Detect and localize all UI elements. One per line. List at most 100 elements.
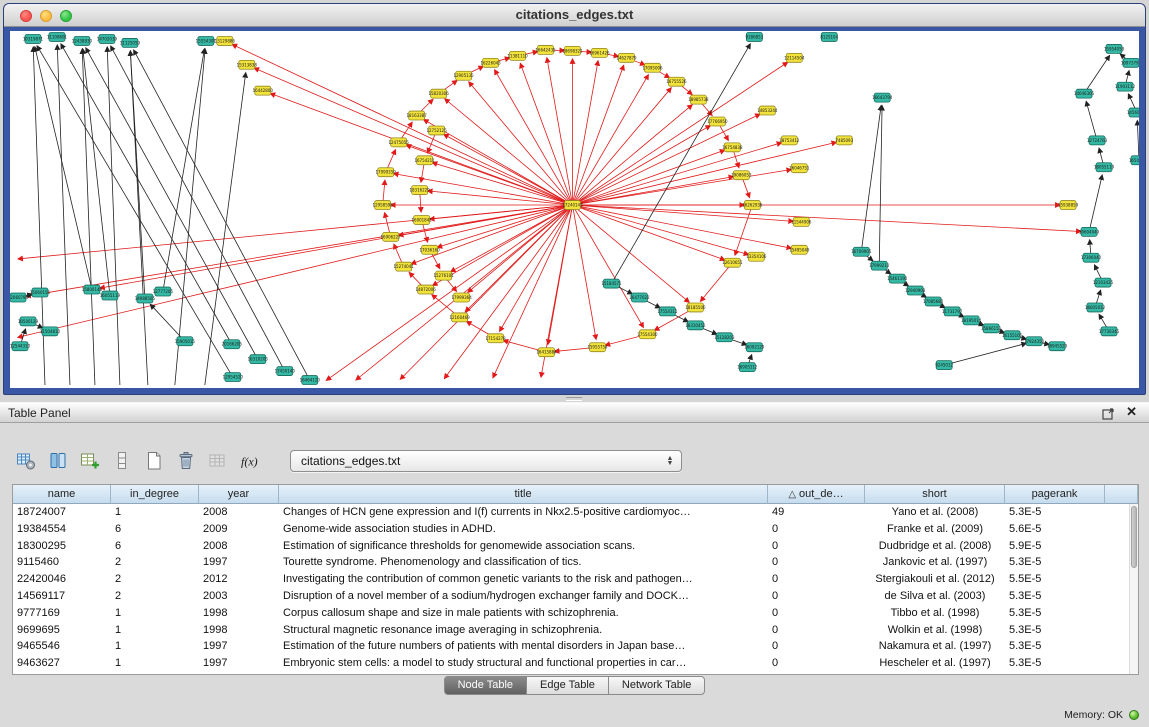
table-row[interactable]: 911546021997Tourette syndrome. Phenomeno… xyxy=(13,554,1138,571)
graph-node[interactable]: 16262936 xyxy=(742,201,763,210)
table-cell[interactable]: 0 xyxy=(768,655,865,672)
panel-resize-grip[interactable] xyxy=(566,397,582,401)
graph-node[interactable]: 18985738 xyxy=(688,95,709,104)
table-cell[interactable]: 1998 xyxy=(199,622,279,639)
graph-node[interactable]: 17554311 xyxy=(657,307,678,316)
table-cell[interactable]: Tibbo et al. (1998) xyxy=(865,605,1005,622)
table-cell[interactable]: 0 xyxy=(768,605,865,622)
table-row[interactable]: 1456911722003Disruption of a novel membe… xyxy=(13,588,1138,605)
graph-node[interactable]: 17306040 xyxy=(1081,253,1102,262)
graph-node[interactable]: 12777205 xyxy=(153,287,174,296)
table-cell[interactable]: 6 xyxy=(111,538,199,555)
table-cell[interactable]: 18724007 xyxy=(13,504,111,521)
graph-node[interactable]: 16477023 xyxy=(629,293,650,302)
graph-node[interactable]: 11544906 xyxy=(791,217,812,226)
table-cell[interactable]: 5.3E-5 xyxy=(1005,622,1105,639)
graph-node[interactable]: 16046751 xyxy=(789,164,810,173)
table-row[interactable]: 946362711997Embryonic stem cells: a mode… xyxy=(13,655,1138,672)
graph-node[interactable]: 10604049 xyxy=(1079,227,1100,236)
column-header-out_de[interactable]: △out_de… xyxy=(768,485,865,504)
graph-node[interactable]: 11504810 xyxy=(40,327,61,336)
graph-node[interactable]: 16605012 xyxy=(1085,303,1106,312)
table-cell[interactable]: 0 xyxy=(768,554,865,571)
graph-node[interactable]: 14046305 xyxy=(1074,89,1095,98)
graph-node[interactable]: 15060156 xyxy=(30,288,51,297)
table-cell[interactable]: Yano et al. (2008) xyxy=(865,504,1005,521)
graph-node[interactable]: 16709905 xyxy=(851,247,872,256)
graph-node[interactable]: 15184571 xyxy=(601,279,622,288)
graph-node[interactable]: 16092129 xyxy=(744,343,765,352)
graph-node[interactable]: 12160469 xyxy=(449,313,470,322)
table-cell[interactable]: 5.3E-5 xyxy=(1005,638,1105,655)
graph-node[interactable]: 16643794 xyxy=(872,93,893,102)
graph-node[interactable]: 14853244 xyxy=(757,106,778,115)
graph-node[interactable]: 16310205 xyxy=(248,355,269,364)
table-cell[interactable]: 2008 xyxy=(199,504,279,521)
new-table-icon[interactable] xyxy=(142,450,166,473)
table-cell[interactable]: 0 xyxy=(768,622,865,639)
graph-node[interactable]: 15274041 xyxy=(394,262,415,271)
table-cell[interactable]: 2 xyxy=(111,571,199,588)
table-cell[interactable]: 1998 xyxy=(199,605,279,622)
graph-node[interactable]: 11903112 xyxy=(1115,82,1136,91)
table-cell[interactable]: 1 xyxy=(111,605,199,622)
graph-node[interactable]: 16961426 xyxy=(589,48,610,57)
table-selector-dropdown[interactable]: citations_edges.txt ▲▼ xyxy=(290,450,682,472)
graph-node[interactable]: 16155105 xyxy=(1002,331,1023,340)
column-header-pagerank[interactable]: pagerank xyxy=(1005,485,1105,504)
graph-node[interactable]: 15955754 xyxy=(587,343,608,352)
table-cell[interactable]: 9699695 xyxy=(13,622,111,639)
graph-node[interactable]: 16001841 xyxy=(412,215,433,224)
graph-node[interactable]: 14988505 xyxy=(135,294,156,303)
table-cell[interactable]: Tourette syndrome. Phenomenology and cla… xyxy=(279,554,768,571)
table-cell[interactable]: 14569117 xyxy=(13,588,111,605)
column-header-year[interactable]: year xyxy=(199,485,279,504)
close-panel-icon[interactable]: ✕ xyxy=(1126,404,1137,420)
graph-node[interactable]: 18310452 xyxy=(685,321,706,330)
table-cell[interactable]: 0 xyxy=(768,538,865,555)
tab-edge-table[interactable]: Edge Table xyxy=(526,676,609,695)
graph-node[interactable]: 15820306 xyxy=(428,89,449,98)
table-cell[interactable]: Disruption of a novel member of a sodium… xyxy=(279,588,768,605)
delete-table-icon[interactable] xyxy=(174,450,198,473)
graph-node[interactable]: 16415884 xyxy=(536,348,557,357)
tab-network-table[interactable]: Network Table xyxy=(608,676,706,695)
graph-node[interactable]: 17085680 xyxy=(923,297,944,306)
close-window-button[interactable] xyxy=(20,10,32,22)
graph-node[interactable]: 18698321 xyxy=(562,46,583,55)
table-cell[interactable]: Hescheler et al. (1997) xyxy=(865,655,1005,672)
import-table-icon[interactable] xyxy=(206,450,230,473)
graph-node[interactable]: 9245012 xyxy=(935,361,953,370)
table-cell[interactable]: Estimation of the future numbers of pati… xyxy=(279,638,768,655)
table-cell[interactable]: 9115460 xyxy=(13,554,111,571)
column-header-title[interactable]: title xyxy=(279,485,768,504)
graph-node[interactable]: 11731797 xyxy=(942,307,963,316)
table-cell[interactable]: 1997 xyxy=(199,554,279,571)
graph-node[interactable]: 15461190 xyxy=(887,274,908,283)
graph-node[interactable]: 18945529 xyxy=(1047,342,1068,351)
graph-node[interactable]: 17554300 xyxy=(637,330,658,339)
graph-node[interactable]: 17450140 xyxy=(275,367,296,376)
graph-node[interactable]: 12905135 xyxy=(453,71,474,80)
table-cell[interactable]: 5.9E-5 xyxy=(1005,538,1105,555)
graph-node[interactable]: 14627879 xyxy=(616,53,637,62)
graph-node[interactable]: 7485093 xyxy=(835,136,853,145)
table-cell[interactable]: 1 xyxy=(111,622,199,639)
graph-node[interactable]: 16464120 xyxy=(300,376,321,385)
column-header-short[interactable]: short xyxy=(865,485,1005,504)
table-cell[interactable]: Franke et al. (2009) xyxy=(865,521,1005,538)
graph-node[interactable]: 18163387 xyxy=(407,111,428,120)
graph-node[interactable]: 15554301 xyxy=(196,36,217,45)
graph-node[interactable]: 15128203 xyxy=(714,333,735,342)
table-cell[interactable]: de Silva et al. (2003) xyxy=(865,588,1005,605)
graph-node[interactable]: 16442800 xyxy=(253,86,274,95)
graph-node[interactable]: 15495049 xyxy=(789,245,810,254)
table-cell[interactable]: 5.3E-5 xyxy=(1005,554,1105,571)
graph-node[interactable]: 18195014 xyxy=(961,316,982,325)
graph-node[interactable]: 17999359 xyxy=(376,168,397,177)
graph-node[interactable]: 17036160 xyxy=(420,245,441,254)
table-scrollbar[interactable] xyxy=(1129,504,1138,674)
table-cell[interactable]: 0 xyxy=(768,521,865,538)
graph-node[interactable]: 16905112 xyxy=(737,363,758,372)
graph-node[interactable]: 15954058 xyxy=(1104,44,1125,53)
